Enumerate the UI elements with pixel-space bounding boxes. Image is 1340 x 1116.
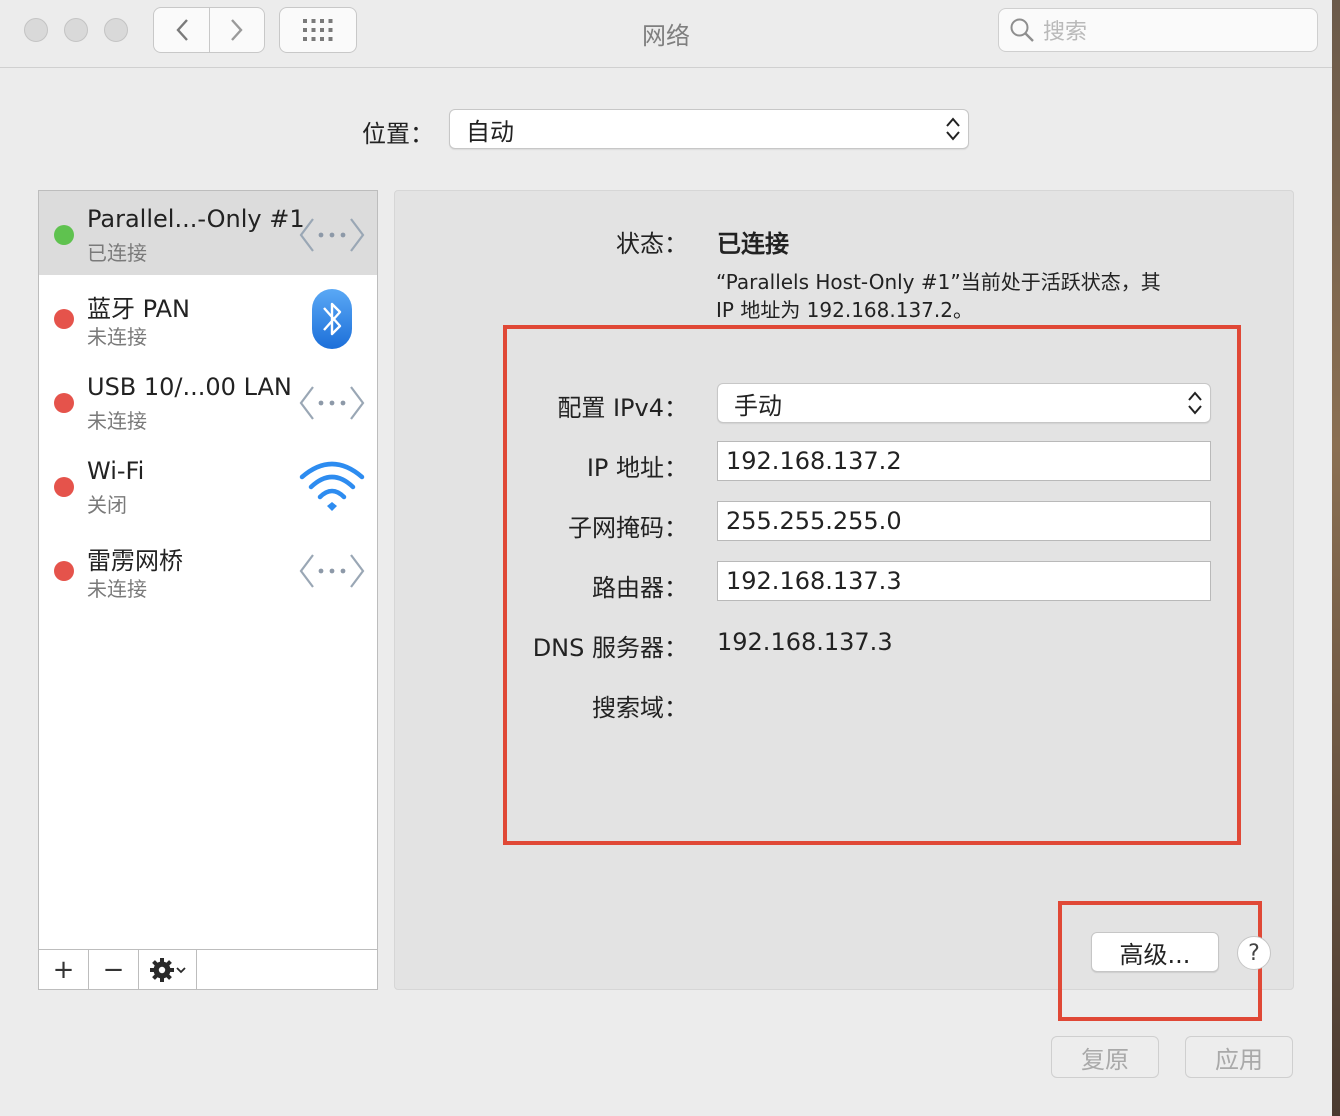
wifi-icon — [299, 461, 365, 511]
status-dot — [54, 393, 74, 413]
service-name: 雷雳网桥 — [87, 547, 183, 575]
description-line-1: “Parallels Host-Only #1”当前处于活跃状态，其 — [716, 270, 1161, 294]
action-menu-button[interactable] — [139, 950, 197, 989]
status-dot — [54, 477, 74, 497]
advanced-button[interactable]: 高级... — [1091, 932, 1219, 972]
service-item-bluetooth-pan[interactable]: 蓝牙 PAN 未连接 — [39, 275, 377, 359]
title-bar: 网络 搜索 — [0, 0, 1332, 68]
service-item-wifi[interactable]: Wi-Fi 关闭 — [39, 443, 377, 527]
location-popup[interactable]: 自动 — [449, 109, 969, 149]
ethernet-icon — [299, 554, 365, 588]
bluetooth-icon — [312, 289, 352, 349]
status-value: 已连接 — [717, 230, 789, 258]
service-item-thunderbolt-bridge[interactable]: 雷雳网桥 未连接 — [39, 527, 377, 611]
highlight-box-ip-settings — [503, 325, 1241, 845]
service-item-parallels[interactable]: Parallel...-Only #1 已连接 — [39, 191, 377, 275]
service-status: 未连接 — [87, 409, 147, 433]
search-icon — [1010, 18, 1034, 42]
service-name: 蓝牙 PAN — [87, 295, 190, 323]
service-status: 未连接 — [87, 577, 147, 601]
updown-arrows-icon — [938, 115, 968, 143]
service-list: Parallel...-Only #1 已连接 蓝牙 PAN 未连接 USB 1… — [38, 190, 378, 990]
chevron-down-icon — [175, 966, 186, 973]
location-value: 自动 — [466, 117, 514, 146]
gear-icon — [149, 957, 174, 982]
status-dot — [54, 309, 74, 329]
description-line-2: IP 地址为 192.168.137.2。 — [716, 298, 973, 322]
apply-button[interactable]: 应用 — [1185, 1036, 1293, 1078]
location-label: 位置： — [362, 120, 434, 148]
service-name: Parallel...-Only #1 — [87, 205, 305, 233]
service-name: USB 10/...00 LAN — [87, 373, 292, 401]
status-dot — [54, 561, 74, 581]
search-field[interactable]: 搜索 — [998, 8, 1318, 52]
help-button[interactable]: ? — [1237, 936, 1271, 970]
desktop-background — [1332, 0, 1340, 1116]
status-description: “Parallels Host-Only #1”当前处于活跃状态，其 IP 地址… — [716, 268, 1216, 324]
ethernet-icon — [299, 386, 365, 420]
service-list-toolbar: + − — [39, 949, 377, 989]
status-dot — [54, 225, 74, 245]
status-label: 状态： — [616, 230, 688, 258]
service-status: 未连接 — [87, 325, 147, 349]
service-status: 已连接 — [87, 241, 147, 265]
service-item-usb-lan[interactable]: USB 10/...00 LAN 未连接 — [39, 359, 377, 443]
ethernet-icon — [299, 218, 365, 252]
network-preferences-window: 网络 搜索 位置： 自动 Parallel...-Only #1 已连接 蓝牙 … — [0, 0, 1332, 1116]
service-status: 关闭 — [87, 493, 127, 517]
add-service-button[interactable]: + — [39, 950, 89, 989]
remove-service-button[interactable]: − — [89, 950, 139, 989]
revert-button[interactable]: 复原 — [1051, 1036, 1159, 1078]
service-name: Wi-Fi — [87, 457, 145, 485]
search-placeholder: 搜索 — [1043, 20, 1088, 45]
